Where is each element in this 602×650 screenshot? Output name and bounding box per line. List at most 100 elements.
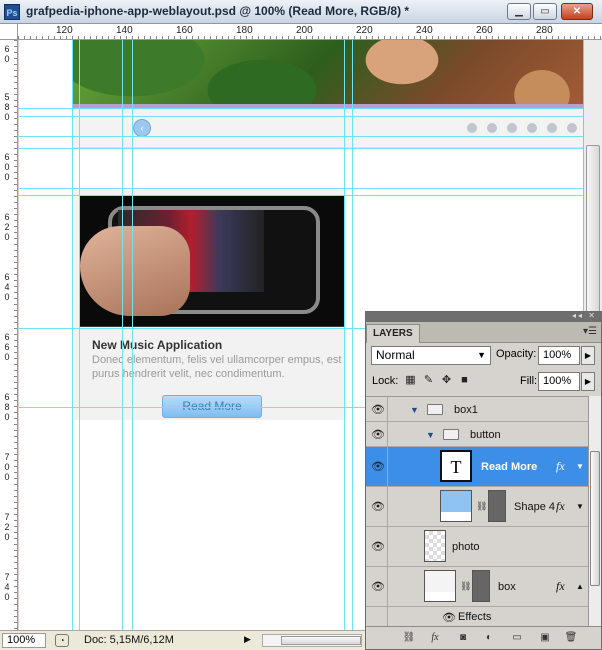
layer-row-read-more[interactable]: 👁 T Read More fx ▼ — [366, 447, 588, 487]
layer-list: 👁 ▼ box1 👁 ▼ button 👁 T Read More fx ▼ 👁… — [366, 396, 588, 626]
fx-icon[interactable]: fx — [428, 631, 442, 645]
document-size-info[interactable]: Doc: 5,15M/6,12M — [84, 634, 174, 646]
scrollbar-thumb[interactable] — [590, 451, 600, 586]
window-title-bar: Ps grafpedia-iphone-app-weblayout.psd @ … — [0, 0, 602, 24]
layer-row-effects[interactable]: 👁 Effects — [366, 607, 588, 626]
visibility-cell[interactable]: 👁 — [366, 527, 388, 566]
vertical-ruler[interactable]: 6 0 5 8 0 6 0 0 6 2 0 6 4 0 6 6 0 6 8 0 … — [0, 40, 18, 630]
restore-button[interactable]: ▭ — [533, 3, 557, 20]
layer-row-button[interactable]: 👁 ▼ button — [366, 422, 588, 447]
slider-dot[interactable] — [487, 123, 497, 133]
lock-transparency-icon[interactable]: ▦ — [404, 374, 417, 387]
adjustment-icon[interactable]: ◐ — [482, 631, 496, 645]
fx-icon[interactable]: fx — [556, 579, 565, 594]
visibility-cell[interactable]: 👁 — [366, 487, 388, 526]
vector-mask-thumbnail — [488, 490, 506, 522]
opacity-slider-toggle[interactable]: ▶ — [581, 346, 595, 365]
guide-vertical[interactable] — [132, 40, 133, 630]
link-icon[interactable]: ⛓ — [460, 581, 471, 592]
eye-icon[interactable]: 👁 — [371, 500, 385, 513]
ruler-tick-label: 6 8 0 — [4, 392, 10, 422]
blend-mode-value: Normal — [376, 348, 415, 362]
layer-row-shape-4[interactable]: 👁 ⛓ Shape 4 fx ▼ — [366, 487, 588, 527]
link-icon[interactable]: ⛓ — [402, 631, 416, 645]
tab-layers[interactable]: LAYERS — [366, 324, 420, 343]
collapse-triangle-icon[interactable]: ▼ — [426, 430, 435, 440]
guide-horizontal[interactable] — [19, 195, 583, 196]
guide-horizontal[interactable] — [19, 188, 583, 189]
zoom-menu-icon[interactable]: ◔ — [55, 634, 69, 647]
scrollbar-thumb[interactable] — [281, 636, 361, 645]
opacity-field[interactable]: 100% — [538, 346, 580, 365]
layer-name: Shape 4 — [514, 501, 555, 513]
eye-icon[interactable]: 👁 — [371, 460, 385, 473]
zoom-level-field[interactable]: 100% — [2, 633, 46, 648]
collapse-icon[interactable]: ◂◂ ✕ — [572, 311, 597, 320]
eye-icon[interactable]: 👁 — [371, 540, 385, 553]
horizontal-ruler[interactable]: 120 140 160 180 200 220 240 260 280 — [0, 24, 602, 40]
guide-vertical[interactable] — [72, 40, 73, 630]
guide-horizontal[interactable] — [19, 148, 583, 149]
visibility-cell[interactable]: 👁 — [366, 422, 388, 446]
slider-dot[interactable] — [507, 123, 517, 133]
eye-icon[interactable]: 👁 — [371, 428, 385, 441]
ruler-tick-label: 6 2 0 — [4, 212, 10, 242]
eye-icon[interactable]: 👁 — [371, 403, 385, 416]
lock-pixels-icon[interactable]: ✎ — [422, 374, 435, 387]
slider-dot[interactable] — [567, 123, 577, 133]
photoshop-app-icon: Ps — [4, 4, 20, 20]
fill-slider-toggle[interactable]: ▶ — [581, 372, 595, 391]
folder-icon[interactable]: ▭ — [510, 631, 524, 645]
panel-drag-bar[interactable]: ◂◂ ✕ — [366, 311, 601, 322]
chevron-down-icon[interactable]: ▼ — [576, 502, 584, 511]
scrollbar-thumb[interactable] — [586, 145, 600, 325]
link-icon[interactable]: ⛓ — [476, 501, 487, 512]
visibility-cell[interactable]: 👁 — [366, 447, 388, 486]
layer-row-box[interactable]: 👁 ⛓ box fx ▲ — [366, 567, 588, 607]
chevron-down-icon[interactable]: ▲ — [576, 582, 584, 591]
blend-mode-select[interactable]: Normal ▼ — [371, 346, 491, 365]
ruler-tick-label: 120 — [56, 25, 73, 36]
new-layer-icon[interactable]: ▣ — [538, 631, 552, 645]
card-title: New Music Application — [92, 338, 223, 352]
ruler-tick-label: 7 0 0 — [4, 452, 10, 482]
layer-row-photo[interactable]: 👁 photo — [366, 527, 588, 567]
slider-dot[interactable] — [467, 123, 477, 133]
guide-vertical[interactable] — [122, 40, 123, 630]
lock-all-icon[interactable]: ■ — [458, 374, 471, 387]
slider-dot[interactable] — [527, 123, 537, 133]
visibility-cell[interactable]: 👁 — [366, 567, 388, 606]
ruler-tick-label: 6 4 0 — [4, 272, 10, 302]
fill-field[interactable]: 100% — [538, 372, 580, 391]
collapse-triangle-icon[interactable]: ▼ — [410, 405, 419, 415]
guide-vertical[interactable] — [344, 40, 345, 630]
eye-icon[interactable]: 👁 — [442, 611, 456, 624]
guide-vertical[interactable] — [352, 40, 353, 630]
fx-icon[interactable]: fx — [556, 459, 565, 474]
lock-position-icon[interactable]: ✥ — [440, 374, 453, 387]
guide-horizontal[interactable] — [19, 136, 583, 137]
eye-icon[interactable]: 👁 — [371, 580, 385, 593]
guide-horizontal[interactable] — [19, 108, 583, 109]
trash-icon[interactable]: 🗑 — [564, 631, 578, 645]
status-menu-arrow[interactable]: ▶ — [244, 634, 251, 645]
guide-horizontal[interactable] — [19, 116, 583, 117]
visibility-cell[interactable] — [366, 607, 388, 626]
mask-icon[interactable]: ◙ — [456, 631, 470, 645]
ruler-origin-corner[interactable] — [0, 24, 18, 40]
document-horizontal-scrollbar[interactable] — [262, 634, 362, 647]
minimize-button[interactable]: ▁ — [507, 3, 531, 20]
layer-row-box1[interactable]: 👁 ▼ box1 — [366, 397, 588, 422]
layers-scrollbar[interactable] — [588, 396, 601, 626]
visibility-cell[interactable]: 👁 — [366, 397, 388, 421]
pixel-layer-thumbnail — [424, 530, 446, 562]
close-button[interactable]: ✕ — [561, 3, 593, 20]
layer-name: button — [470, 429, 501, 441]
panel-menu-icon[interactable]: ▾☰ — [583, 326, 597, 337]
slider-dot[interactable] — [547, 123, 557, 133]
layers-panel-footer: ⛓ fx ◙ ◐ ▭ ▣ 🗑 — [366, 626, 601, 649]
chevron-down-icon[interactable]: ▼ — [576, 462, 584, 471]
slider-prev-button[interactable]: ‹ — [133, 119, 151, 137]
fx-icon[interactable]: fx — [556, 499, 565, 514]
guide-vertical[interactable] — [79, 40, 80, 630]
